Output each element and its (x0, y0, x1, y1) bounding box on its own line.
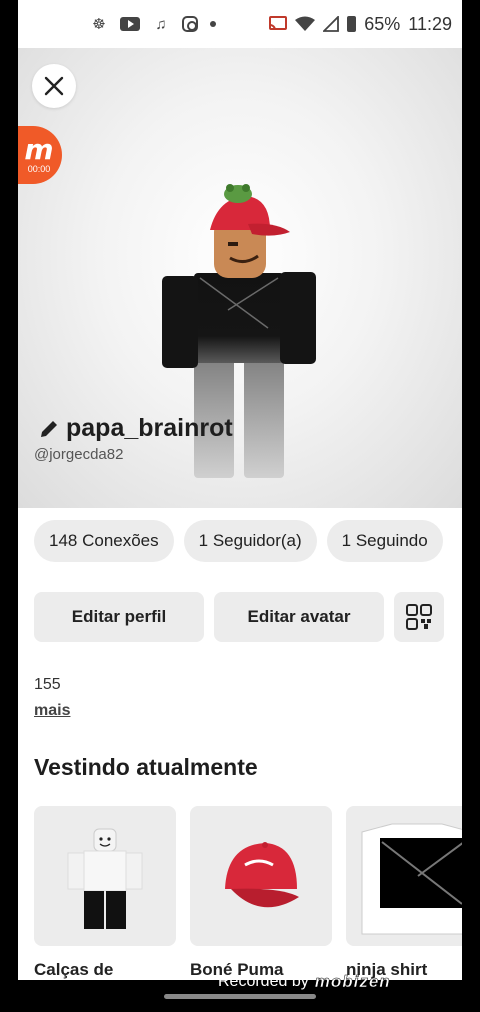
wearing-list: Calças de Boné Puma ninja shirt (34, 806, 462, 980)
tiktok-icon: ♫ (155, 15, 167, 33)
clock: 11:29 (408, 13, 452, 34)
home-indicator[interactable] (164, 994, 316, 999)
youtube-icon (120, 17, 140, 31)
display-name: papa_brainrot (66, 414, 233, 442)
qr-code-button[interactable] (394, 592, 444, 642)
close-icon (44, 76, 64, 96)
avatar-hero: m 00:00 papa_brainrot @jorgecda82 (18, 48, 462, 508)
recorder-watermark: Recorded by mobizen (218, 972, 391, 992)
battery-percent: 65% (364, 13, 401, 34)
recorded-by-text: Recorded by (218, 973, 309, 990)
app-notification-icon: ☸ (92, 16, 106, 33)
edit-profile-button[interactable]: Editar perfil (34, 592, 204, 642)
profile-page: ☸ ♫ 65% 11:29 m 00:00 papa_brainrot @jor… (18, 0, 462, 980)
recorder-logo-icon: m (24, 133, 54, 166)
item-label: Calças de (34, 960, 114, 979)
signal-icon (323, 16, 340, 32)
battery-icon (347, 16, 357, 32)
connections-button[interactable]: 148 Conexões (34, 520, 174, 562)
instagram-icon (182, 16, 198, 32)
profile-actions: Editar perfil Editar avatar (34, 592, 444, 642)
mobizen-logo: mobizen (314, 972, 391, 992)
item-thumbnail (346, 806, 462, 946)
qr-code-icon (406, 604, 432, 630)
username: @jorgecda82 (34, 446, 124, 463)
about-text: 155 (34, 676, 61, 693)
notification-icons: ☸ ♫ (90, 15, 216, 33)
recorder-timer: 00:00 (27, 164, 51, 174)
system-status: 65% 11:29 (269, 14, 452, 35)
item-thumbnail (190, 806, 332, 946)
edit-avatar-button[interactable]: Editar avatar (214, 592, 384, 642)
edit-pencil-icon[interactable] (38, 418, 60, 440)
display-name-row[interactable]: papa_brainrot (38, 414, 233, 443)
screen-recorder-button[interactable]: m 00:00 (18, 126, 62, 184)
more-link[interactable]: mais (34, 702, 70, 720)
currently-wearing-title: Vestindo atualmente (34, 754, 258, 780)
cast-icon (269, 16, 288, 31)
more-notifications-dot-icon (210, 21, 216, 27)
wearing-item[interactable]: ninja shirt (346, 806, 462, 980)
puma-cap-item-image (225, 842, 299, 908)
close-button[interactable] (32, 64, 76, 108)
following-button[interactable]: 1 Seguindo (326, 520, 443, 562)
status-bar: ☸ ♫ 65% 11:29 (18, 0, 462, 48)
ninja-shirt-item-image (361, 823, 462, 935)
item-thumbnail (34, 806, 176, 946)
wearing-item[interactable]: Boné Puma (190, 806, 332, 980)
pants-item-image (67, 828, 143, 929)
screen: ☸ ♫ 65% 11:29 m 00:00 papa_brainrot @jor… (0, 0, 480, 1012)
followers-button[interactable]: 1 Seguidor(a) (183, 520, 317, 562)
wearing-item[interactable]: Calças de (34, 806, 176, 980)
social-stats: 148 Conexões 1 Seguidor(a) 1 Seguindo (34, 520, 443, 562)
wifi-icon (295, 16, 316, 31)
